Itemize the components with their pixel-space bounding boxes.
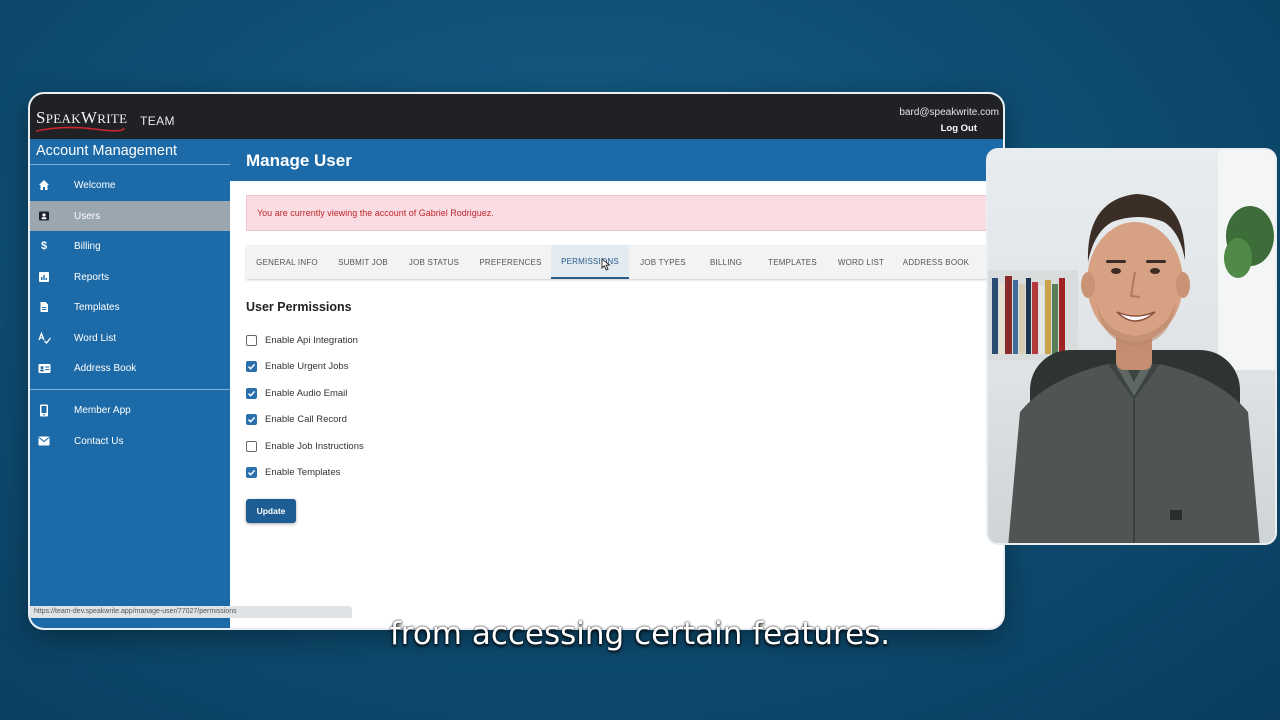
permission-api-integration: Enable Api Integration <box>246 332 358 348</box>
sidebar-item-label: Address Book <box>74 362 137 374</box>
checkbox[interactable] <box>246 440 257 452</box>
permission-label: Enable Templates <box>265 466 341 478</box>
account-alert: You are currently viewing the account of… <box>246 195 1003 231</box>
permission-urgent-jobs: Enable Urgent Jobs <box>246 358 348 374</box>
sidebar-item-label: Welcome <box>74 179 116 191</box>
check-icon <box>247 469 256 476</box>
alert-text: You are currently viewing the account of… <box>257 208 494 218</box>
tab-preferences[interactable]: PREFERENCES <box>470 245 551 279</box>
checkbox[interactable] <box>246 360 257 372</box>
tab-permissions[interactable]: PERMISSIONS <box>551 245 629 279</box>
checkbox[interactable] <box>246 334 257 346</box>
sidebar-item-users[interactable]: Users <box>30 201 230 231</box>
permission-label: Enable Api Integration <box>265 334 358 346</box>
sidebar-item-contact-us[interactable]: Contact Us <box>30 426 230 456</box>
permission-job-instructions: Enable Job Instructions <box>246 438 364 454</box>
subtitle-caption: from accessing certain features. <box>389 616 891 652</box>
sidebar-item-label: Users <box>74 210 101 222</box>
page-title: Manage User <box>246 151 352 170</box>
sidebar-item-templates[interactable]: Templates <box>30 292 230 322</box>
page-header: Manage User <box>230 139 1003 181</box>
user-email: bard@speakwrite.com <box>899 107 999 118</box>
sidebar-divider <box>30 164 230 165</box>
sidebar-item-label: Word List <box>74 332 117 344</box>
permission-templates: Enable Templates <box>246 464 340 480</box>
logout-link[interactable]: Log Out <box>941 123 977 134</box>
permission-audio-email: Enable Audio Email <box>246 385 347 401</box>
sidebar-title: Account Management <box>36 143 178 159</box>
tab-address-book[interactable]: ADDRESS BOOK <box>892 245 980 279</box>
sidebar: Account Management Welcome Users $ Billi… <box>30 139 230 628</box>
sidebar-item-label: Member App <box>74 404 131 416</box>
sidebar-item-label: Reports <box>74 271 110 283</box>
update-button[interactable]: Update <box>246 499 296 523</box>
sidebar-item-label: Templates <box>74 301 120 313</box>
sidebar-item-label: Contact Us <box>74 435 124 447</box>
checkbox[interactable] <box>246 413 257 425</box>
permission-label: Enable Call Record <box>265 413 347 425</box>
sidebar-item-reports[interactable]: Reports <box>30 262 230 292</box>
document-icon <box>37 300 51 314</box>
main-content: Manage User You are currently viewing th… <box>230 139 1003 628</box>
sidebar-item-address-book[interactable]: Address Book <box>30 353 230 383</box>
tab-bar: GENERAL INFO SUBMIT JOB JOB STATUS PREFE… <box>246 245 1003 279</box>
reports-icon <box>37 270 51 284</box>
home-icon <box>37 178 51 192</box>
tab-billing[interactable]: BILLING <box>697 245 755 279</box>
check-icon <box>247 390 256 397</box>
permission-call-record: Enable Call Record <box>246 411 347 427</box>
mail-icon <box>37 434 51 448</box>
spellcheck-icon <box>37 331 51 345</box>
top-bar: SPEAKWRITE TEAM bard@speakwrite.com Log … <box>30 94 1003 139</box>
presenter-video-image <box>988 150 1275 543</box>
sidebar-item-billing[interactable]: $ Billing <box>30 231 230 261</box>
tab-word-list[interactable]: WORD LIST <box>830 245 892 279</box>
sidebar-item-word-list[interactable]: Word List <box>30 323 230 353</box>
tab-submit-job[interactable]: SUBMIT JOB <box>328 245 398 279</box>
team-label: TEAM <box>140 114 175 128</box>
contact-card-icon <box>37 361 51 375</box>
permission-label: Enable Job Instructions <box>265 440 364 452</box>
tab-templates[interactable]: TEMPLATES <box>755 245 830 279</box>
dollar-icon: $ <box>40 240 48 252</box>
mobile-icon <box>37 403 51 417</box>
sidebar-item-label: Billing <box>74 240 101 252</box>
mouse-cursor-icon <box>601 258 611 271</box>
check-icon <box>247 363 256 370</box>
permission-label: Enable Urgent Jobs <box>265 360 349 372</box>
section-title: User Permissions <box>246 300 352 314</box>
permission-label: Enable Audio Email <box>265 387 348 399</box>
sidebar-divider <box>30 389 230 390</box>
presenter-webcam <box>986 148 1277 545</box>
checkbox[interactable] <box>246 387 257 399</box>
checkbox[interactable] <box>246 466 257 478</box>
check-icon <box>247 416 256 423</box>
app-window: SPEAKWRITE TEAM bard@speakwrite.com Log … <box>28 92 1005 630</box>
tab-general-info[interactable]: GENERAL INFO <box>246 245 328 279</box>
users-icon <box>37 209 51 223</box>
sidebar-item-member-app[interactable]: Member App <box>30 395 230 425</box>
tab-job-types[interactable]: JOB TYPES <box>629 245 697 279</box>
logo-swoosh-icon <box>35 126 125 132</box>
tab-job-status[interactable]: JOB STATUS <box>398 245 470 279</box>
sidebar-item-welcome[interactable]: Welcome <box>30 170 230 200</box>
